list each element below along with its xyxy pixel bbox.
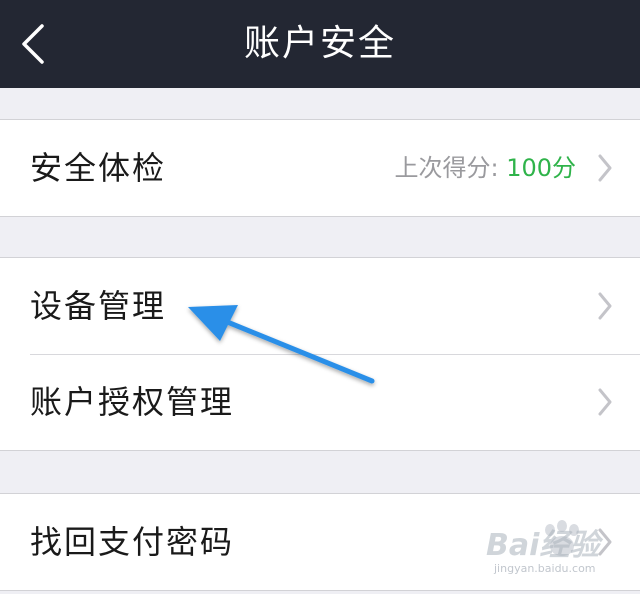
watermark-url: jingyan.baidu.com (494, 562, 596, 575)
annotation-arrow-icon (188, 305, 375, 384)
chevron-right-icon (598, 292, 612, 320)
device-management-label: 设备管理 (30, 287, 167, 325)
recover-payment-password-label: 找回支付密码 (30, 523, 235, 561)
page-title: 账户安全 (243, 23, 396, 64)
last-score-prefix: 上次得分: (394, 154, 499, 182)
last-score: 上次得分: 100分 (394, 120, 576, 216)
navigation-bar: 账户安全 (0, 0, 640, 88)
last-score-value: 100分 (506, 154, 576, 182)
watermark-brand: Bai经验 (486, 528, 600, 563)
security-check-row[interactable]: 安全体检 上次得分: 100分 (0, 120, 640, 216)
security-check-label: 安全体检 (30, 149, 167, 187)
security-check-group: 安全体检 上次得分: 100分 (0, 119, 640, 217)
chevron-right-icon (598, 154, 612, 182)
chevron-right-icon (598, 388, 612, 416)
